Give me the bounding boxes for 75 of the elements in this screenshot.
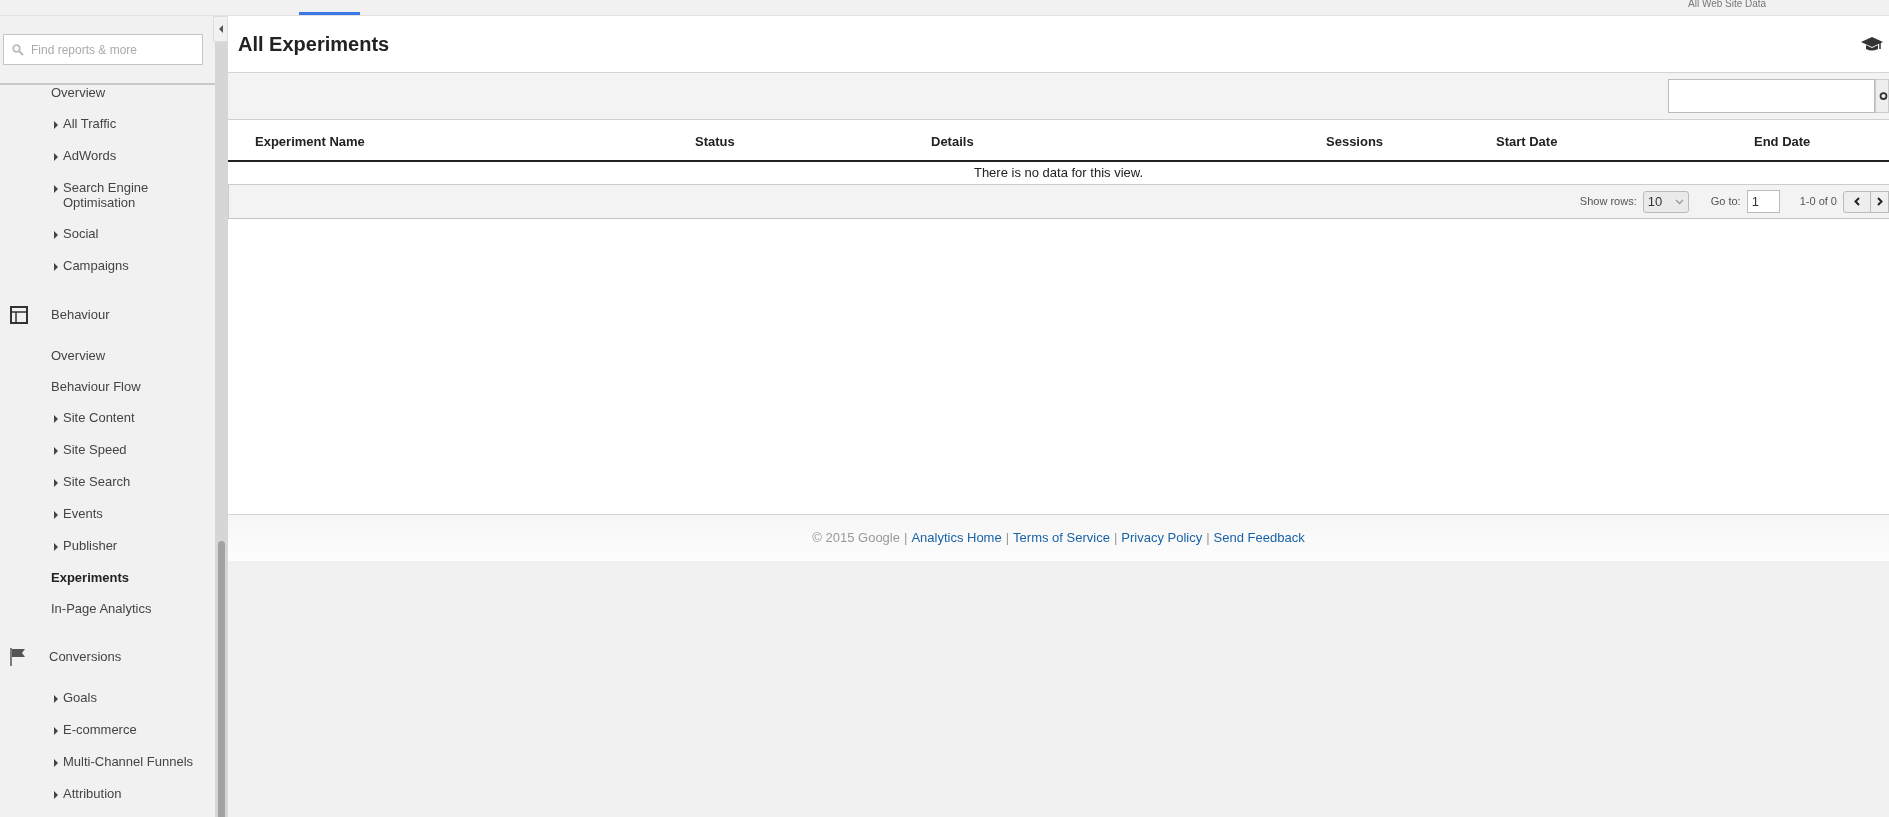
copyright-text: © 2015 Google bbox=[812, 529, 900, 548]
column-header[interactable]: Details bbox=[931, 134, 974, 149]
page-title: All Experiments bbox=[238, 32, 390, 57]
search-icon bbox=[1879, 90, 1888, 102]
nav-item[interactable]: Social bbox=[0, 218, 215, 250]
search-field[interactable]: Find reports & more bbox=[3, 34, 203, 65]
caret-icon bbox=[54, 263, 58, 271]
caret-icon bbox=[54, 759, 58, 767]
nav-item[interactable]: Goals bbox=[0, 682, 215, 714]
nav-item[interactable]: AdWords bbox=[0, 140, 215, 172]
caret-icon bbox=[54, 231, 58, 239]
column-header[interactable]: End Date bbox=[1754, 134, 1811, 149]
goto-field[interactable]: 1 bbox=[1746, 190, 1780, 213]
nav-item[interactable]: Events bbox=[0, 498, 215, 530]
separator: | bbox=[1113, 529, 1118, 548]
goto-label: Go to: bbox=[1710, 194, 1741, 210]
nav-item[interactable]: Experiments bbox=[0, 562, 215, 593]
column-header[interactable]: Status bbox=[695, 134, 735, 149]
section-header[interactable]: Behaviour bbox=[51, 304, 110, 325]
nav-item[interactable]: E-commerce bbox=[0, 714, 215, 746]
caret-icon bbox=[54, 791, 58, 799]
flag-icon bbox=[10, 647, 26, 666]
range-label: 1-0 of 0 bbox=[1799, 194, 1837, 210]
rows-dropdown[interactable]: 10 bbox=[1642, 190, 1689, 213]
scrollbar-thumb[interactable] bbox=[218, 541, 225, 817]
nav-item[interactable]: Overview bbox=[0, 340, 215, 371]
column-header[interactable]: Start Date bbox=[1496, 134, 1558, 149]
caret-icon bbox=[54, 727, 58, 735]
nav-item[interactable]: Site Content bbox=[0, 402, 215, 434]
previous-button[interactable] bbox=[1843, 190, 1871, 213]
nav-item[interactable]: Site Speed bbox=[0, 434, 215, 466]
chevron-left-icon bbox=[1854, 197, 1860, 206]
separator: | bbox=[1005, 529, 1010, 548]
footer-link[interactable]: Terms of Service bbox=[1013, 528, 1110, 548]
caret-icon bbox=[54, 185, 58, 193]
column-header[interactable]: Sessions bbox=[1326, 134, 1384, 149]
search-icon bbox=[12, 44, 24, 56]
caret-icon bbox=[54, 479, 58, 487]
nav-item[interactable]: Multi-Channel Funnels bbox=[0, 746, 215, 778]
caret-icon bbox=[54, 695, 58, 703]
graduation-cap-icon[interactable] bbox=[1861, 36, 1883, 52]
search-button[interactable] bbox=[1875, 79, 1889, 113]
active-tab-indicator bbox=[299, 12, 360, 15]
footer-link[interactable]: Send Feedback bbox=[1213, 528, 1305, 548]
footer-link[interactable]: Analytics Home bbox=[911, 528, 1002, 548]
nav-item[interactable]: In-Page Analytics bbox=[0, 593, 215, 624]
chevron-right-icon bbox=[1876, 197, 1883, 206]
empty-message: There is no data for this view. bbox=[973, 164, 1144, 183]
nav-item[interactable]: Search Engine Optimisation bbox=[0, 172, 215, 218]
next-button[interactable] bbox=[1871, 190, 1889, 213]
caret-icon bbox=[54, 447, 58, 455]
nav-item[interactable]: Behaviour Flow bbox=[0, 371, 215, 402]
nav-item[interactable]: Campaigns bbox=[0, 250, 215, 282]
separator: | bbox=[1206, 529, 1210, 548]
layout-icon bbox=[10, 305, 28, 324]
caret-icon bbox=[54, 153, 58, 161]
nav-item[interactable]: Attribution bbox=[0, 778, 215, 810]
table-search-field[interactable] bbox=[1668, 79, 1875, 113]
collapse-icon bbox=[218, 25, 223, 33]
nav-item[interactable]: Site Search bbox=[0, 466, 215, 498]
caret-icon bbox=[54, 121, 58, 129]
section-header[interactable]: Conversions bbox=[49, 646, 122, 667]
nav-item[interactable]: Overview bbox=[0, 77, 215, 108]
caret-icon bbox=[54, 511, 58, 519]
caret-icon bbox=[54, 415, 58, 423]
show-rows-label: Show rows: bbox=[1579, 194, 1637, 210]
view-label: All Web Site Data bbox=[1688, 0, 1767, 10]
column-header[interactable]: Experiment Name bbox=[255, 134, 365, 149]
nav-item[interactable]: All Traffic bbox=[0, 108, 215, 140]
chevron-down-icon bbox=[1674, 198, 1684, 205]
footer-link[interactable]: Privacy Policy bbox=[1121, 528, 1203, 548]
collapse-button[interactable] bbox=[213, 16, 228, 42]
caret-icon bbox=[54, 543, 58, 551]
nav-item[interactable]: Publisher bbox=[0, 530, 215, 562]
separator: | bbox=[904, 529, 908, 548]
